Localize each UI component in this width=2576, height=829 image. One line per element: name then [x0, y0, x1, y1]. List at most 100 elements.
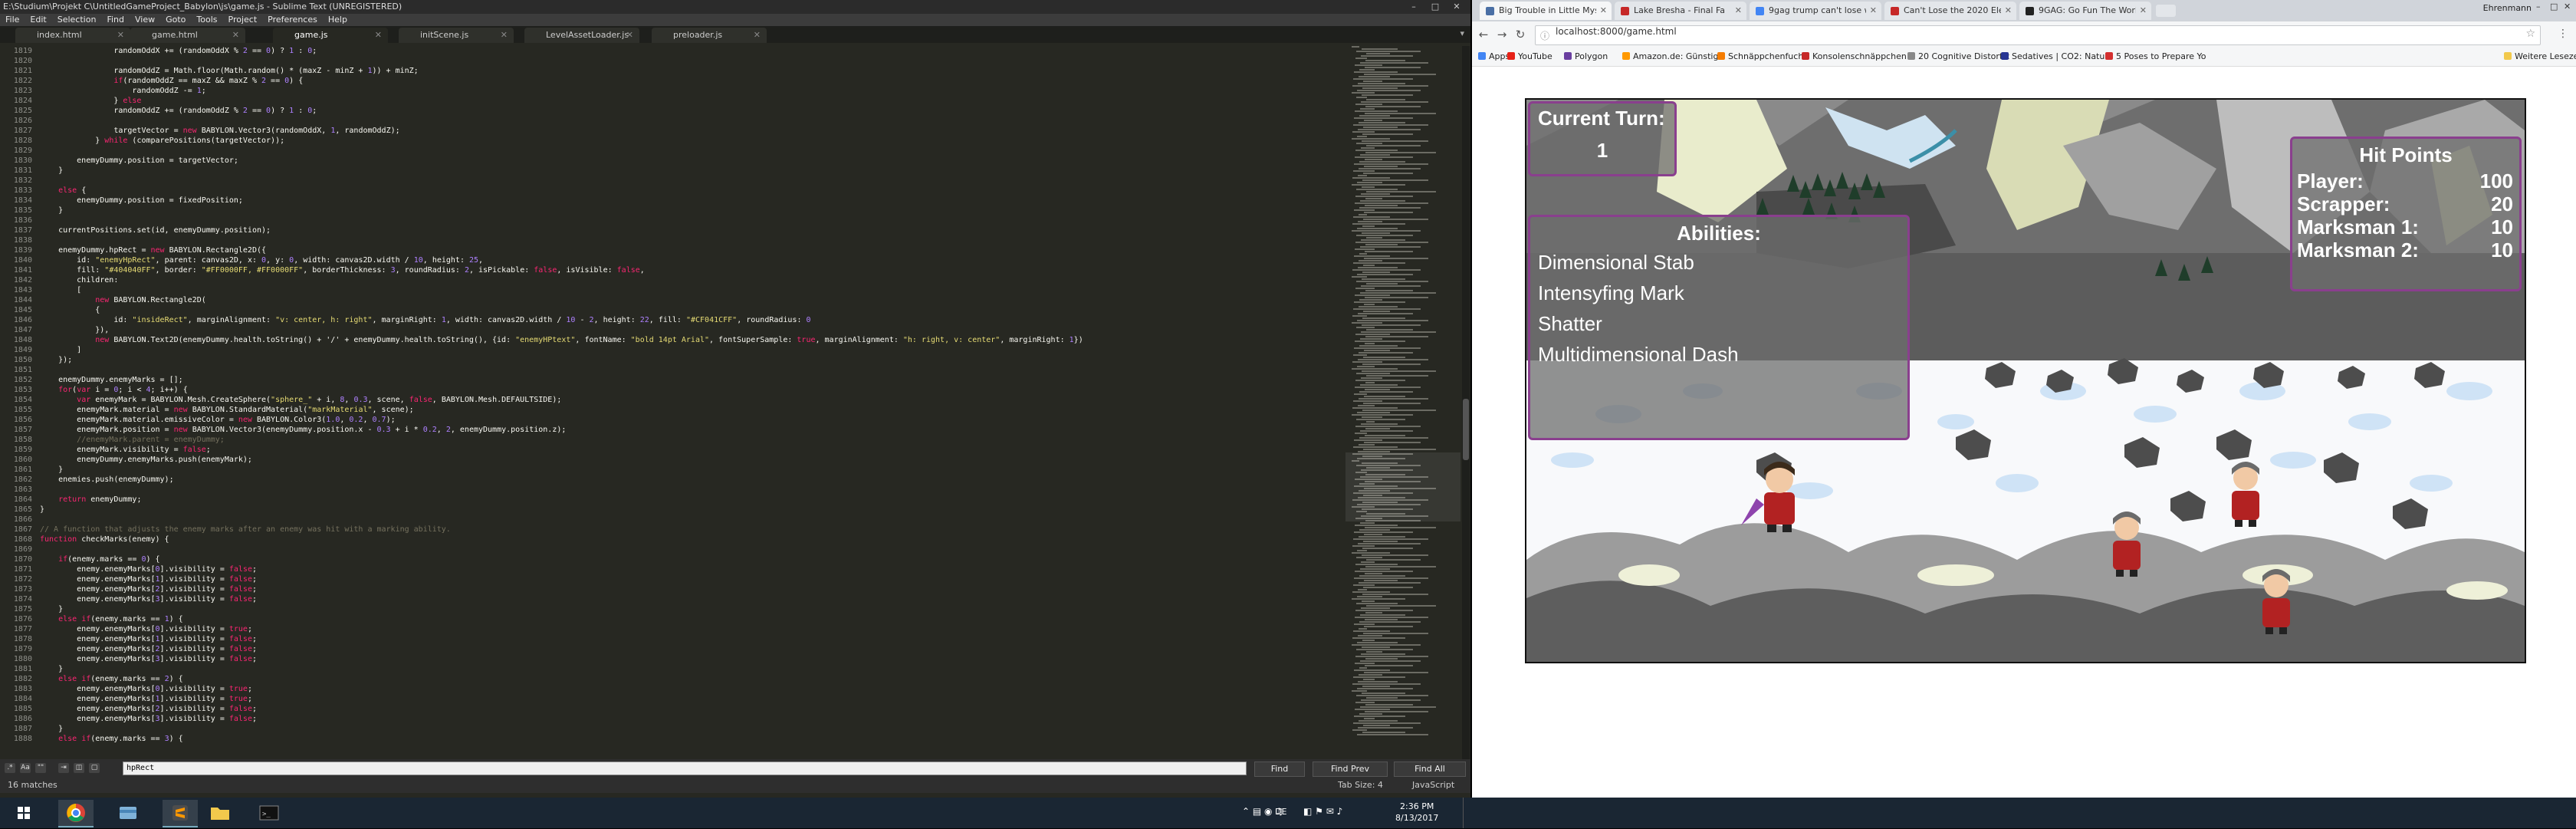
case-toggle[interactable]: Aa — [20, 763, 31, 773]
minimap[interactable] — [1346, 46, 1460, 759]
address-bar[interactable]: ⓘ localhost:8000/game.html ☆ — [1535, 25, 2541, 45]
code-line[interactable]: randomOddZ = Math.floor(Math.random() * … — [40, 66, 1343, 76]
code-line[interactable]: enemy.enemyMarks[1].visibility = false; — [40, 634, 1343, 644]
code-line[interactable]: enemy.enemyMarks[1].visibility = true; — [40, 694, 1343, 704]
code-line[interactable] — [40, 544, 1343, 554]
close-icon[interactable]: ✕ — [1446, 0, 1467, 14]
tab-preloader-js[interactable]: preloader.js ✕ — [652, 28, 767, 43]
code-line[interactable] — [40, 176, 1343, 186]
bookmark-sedatives-co2-natu[interactable]: Sedatives | CO2: Natu — [2001, 51, 2104, 61]
code-line[interactable] — [40, 235, 1343, 245]
code-line[interactable]: enemyDummy.enemyMarks = []; — [40, 375, 1343, 385]
code-line[interactable]: randomOddZ += (randomOddZ % 2 == 0) ? 1 … — [40, 106, 1343, 116]
url-text[interactable]: localhost:8000/game.html — [1556, 26, 1677, 37]
menu-edit[interactable]: Edit — [25, 14, 51, 26]
highlight-toggle[interactable]: ▢ — [89, 763, 100, 773]
status-tab-size[interactable]: Tab Size: 4 — [1338, 778, 1383, 793]
code-line[interactable]: enemyMark.position = new BABYLON.Vector3… — [40, 425, 1343, 435]
code-line[interactable]: enemy.enemyMarks[0].visibility = true; — [40, 624, 1343, 634]
bookmark-weitere-lesezeichen[interactable]: Weitere Lesezeichen — [2504, 51, 2576, 61]
code-line[interactable]: enemyMark.material = new BABYLON.Standar… — [40, 405, 1343, 415]
close-tab-icon[interactable]: ✕ — [117, 28, 124, 43]
find-input[interactable]: hpRect — [123, 762, 1247, 775]
close-tab-icon[interactable]: ✕ — [754, 28, 761, 43]
bookmark-20-cognitive-distortic[interactable]: 20 Cognitive Distortic — [1907, 51, 2009, 61]
input-language[interactable]: DE — [1275, 807, 1286, 817]
code-line[interactable]: var enemyMark = BABYLON.Mesh.CreateSpher… — [40, 395, 1343, 405]
code-line[interactable]: enemy.enemyMarks[2].visibility = false; — [40, 644, 1343, 654]
code-line[interactable]: id: "insideRect", marginAlignment: "v: c… — [40, 315, 1343, 325]
code-line[interactable] — [40, 215, 1343, 225]
close-tab-icon[interactable]: ✕ — [375, 28, 382, 43]
editor-scrollbar-thumb[interactable] — [1463, 399, 1469, 460]
ability-multidimensional-dash[interactable]: Multidimensional Dash — [1538, 343, 1739, 367]
code-line[interactable]: } — [40, 604, 1343, 614]
code-line[interactable] — [40, 485, 1343, 495]
chrome-tab-cant-lose[interactable]: Can't Lose the 2020 Elec ✕ — [1884, 2, 2016, 20]
code-line[interactable]: new BABYLON.Text2D(enemyDummy.health.toS… — [40, 335, 1343, 345]
code-editor[interactable]: 1819 1820 1821 1822 1823 1824 1825 1826 1827 1828… — [0, 46, 1346, 759]
code-line[interactable]: else if(enemy.marks == 3) { — [40, 734, 1343, 744]
code-line[interactable]: enemyMark.visibility = false; — [40, 445, 1343, 455]
code-line[interactable]: enemy.enemyMarks[2].visibility = false; — [40, 584, 1343, 594]
forward-icon[interactable]: → — [1495, 28, 1509, 41]
code-line[interactable]: enemy.enemyMarks[3].visibility = false; — [40, 714, 1343, 724]
menu-tools[interactable]: Tools — [191, 14, 222, 26]
code-line[interactable]: } — [40, 724, 1343, 734]
close-tab-icon[interactable]: ✕ — [1870, 2, 1877, 20]
code-line[interactable]: } else — [40, 96, 1343, 106]
tab-game-js[interactable]: game.js ✕ — [273, 28, 388, 43]
chrome-tab-9gag[interactable]: 9GAG: Go Fun The World ✕ — [2019, 2, 2151, 20]
code-line[interactable]: }), — [40, 325, 1343, 335]
close-icon[interactable]: ✕ — [2564, 2, 2571, 12]
code-line[interactable]: enemyDummy.position = fixedPosition; — [40, 196, 1343, 206]
code-line[interactable]: } while (comparePositions(targetVector))… — [40, 136, 1343, 146]
close-tab-icon[interactable]: ✕ — [501, 28, 508, 43]
menu-view[interactable]: View — [130, 14, 160, 26]
file-explorer-icon[interactable] — [110, 800, 146, 826]
bookmark-apps[interactable]: Apps — [1478, 51, 1510, 61]
code-line[interactable]: enemyDummy.position = targetVector; — [40, 156, 1343, 166]
code-line[interactable] — [40, 515, 1343, 525]
taskbar-clock[interactable]: 2:36 PM 8/13/2017 — [1395, 801, 1438, 824]
code-line[interactable] — [40, 116, 1343, 126]
in-selection-toggle[interactable]: ◫ — [74, 763, 84, 773]
maximize-icon[interactable]: □ — [1424, 0, 1446, 14]
find-all-button[interactable]: Find All — [1394, 762, 1466, 777]
code-line[interactable]: } — [40, 505, 1343, 515]
minimize-icon[interactable]: – — [1403, 0, 1424, 14]
status-syntax[interactable]: JavaScript — [1412, 778, 1454, 793]
tab-game-html[interactable]: game.html ✕ — [130, 28, 245, 43]
code-line[interactable]: if(randomOddZ == maxZ && maxZ % 2 == 0) … — [40, 76, 1343, 86]
code-line[interactable]: }); — [40, 355, 1343, 365]
code-line[interactable]: children: — [40, 275, 1343, 285]
code-line[interactable]: else { — [40, 186, 1343, 196]
page-info-icon[interactable]: ⓘ — [1540, 29, 1549, 42]
maximize-icon[interactable]: □ — [2550, 2, 2558, 12]
code-text[interactable]: randomOddX += (randomOddX % 2 == 0) ? 1 … — [40, 46, 1343, 759]
bookmark-star-icon[interactable]: ☆ — [2525, 28, 2535, 40]
wrap-toggle[interactable]: ⇥ — [58, 763, 69, 773]
enemy-marksman-1[interactable] — [2232, 462, 2259, 527]
new-tab-button[interactable] — [2156, 5, 2176, 17]
code-line[interactable]: enemyDummy.enemyMarks.push(enemyMark); — [40, 455, 1343, 465]
code-line[interactable]: enemyMark.material.emissiveColor = new B… — [40, 415, 1343, 425]
menu-help[interactable]: Help — [323, 14, 353, 26]
code-line[interactable]: [ — [40, 285, 1343, 295]
tab-levelassetloader-js[interactable]: LevelAssetLoader.js ✕ — [524, 28, 639, 43]
chrome-tab-9gag-search[interactable]: 9gag trump can't lose wi ✕ — [1750, 2, 1881, 20]
code-line[interactable]: if(enemy.marks == 0) { — [40, 554, 1343, 564]
code-line[interactable] — [40, 146, 1343, 156]
code-line[interactable]: enemy.enemyMarks[0].visibility = true; — [40, 684, 1343, 694]
code-line[interactable]: id: "enemyHpRect", parent: canvas2D, x: … — [40, 255, 1343, 265]
code-line[interactable]: fill: "#404040FF", border: "#FF0000FF, #… — [40, 265, 1343, 275]
start-icon[interactable] — [6, 800, 41, 826]
code-line[interactable]: randomOddZ -= 1; — [40, 86, 1343, 96]
ability-shatter[interactable]: Shatter — [1538, 312, 1602, 336]
menu-goto[interactable]: Goto — [160, 14, 191, 26]
code-line[interactable]: //enemyMark.parent = enemyDummy; — [40, 435, 1343, 445]
sublime-icon[interactable] — [163, 800, 198, 827]
code-line[interactable]: } — [40, 166, 1343, 176]
chrome-menu-icon[interactable]: ⋮ — [2558, 28, 2568, 40]
code-line[interactable]: ] — [40, 345, 1343, 355]
